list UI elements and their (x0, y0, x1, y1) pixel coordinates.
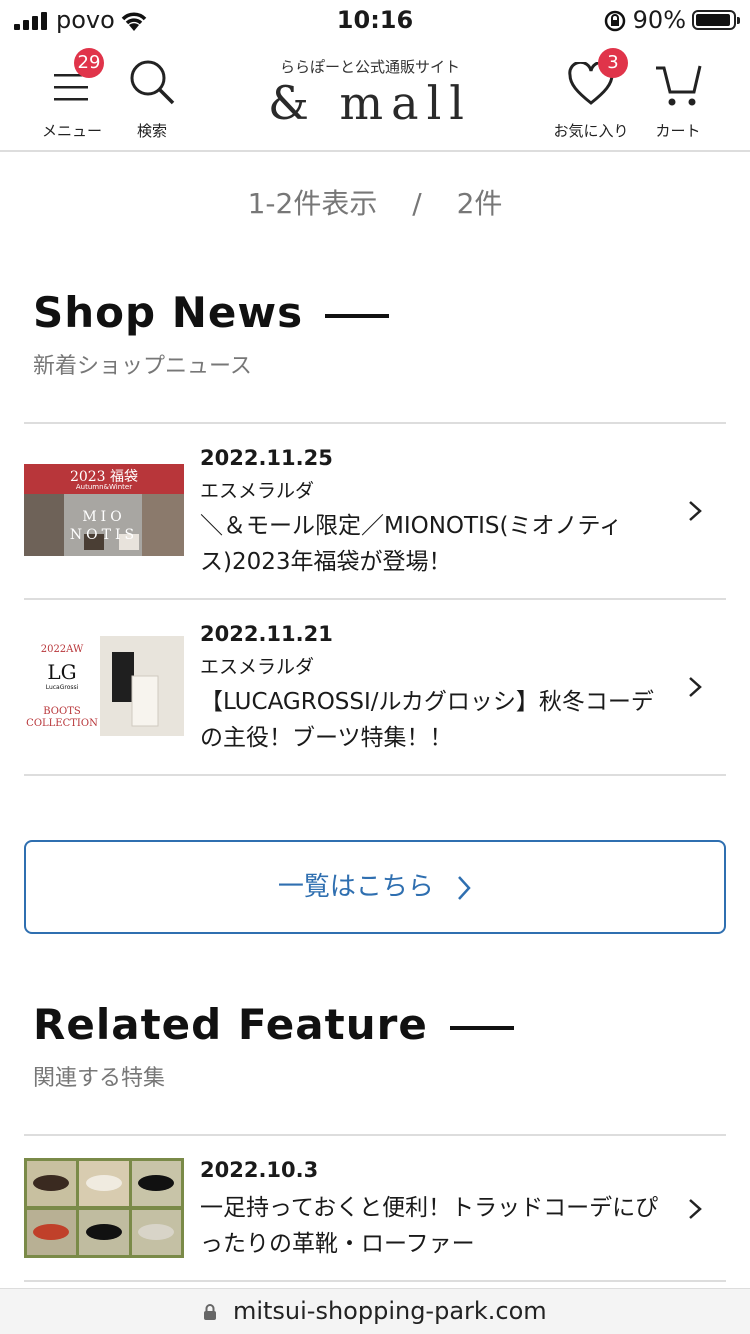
battery-icon (692, 10, 740, 30)
cart-label: カート (655, 122, 701, 140)
section-subtitle-related-feature: 関連する特集 (33, 1066, 166, 1091)
thumb-text-boots: BOOTS (43, 706, 81, 717)
news-title: 【LUCAGROSSI/ルカグロッシ】秋冬コーデの主役！ブーツ特集！！ (200, 689, 654, 751)
divider (24, 774, 726, 776)
rotation-lock-icon (604, 10, 626, 32)
loafers-image (24, 1158, 184, 1258)
section-title-shop-news: Shop News (33, 288, 390, 337)
search-label: 検索 (136, 122, 167, 140)
result-total: 2件 (456, 187, 503, 220)
cart-icon (656, 65, 702, 106)
thumb-text-collection: COLLECTION (26, 718, 98, 729)
result-count: 1-2件表示 / 2件 (0, 182, 750, 222)
news-date: 2022.11.25 (200, 446, 333, 470)
favorites-label: お気に入り (553, 122, 629, 140)
thumb-text-brand: MIO NOTIS (69, 509, 139, 543)
thumb-text-sub: Autumn&Winter (75, 483, 133, 491)
search-button[interactable]: 検索 (116, 40, 188, 148)
thumb-text-brand: LucaGrossi (45, 684, 79, 691)
shop-news-title-text: Shop News (33, 288, 304, 337)
site-header: 29 メニュー 検索 ららぽーと公式通販サイト & mall 3 お気に入り カ… (0, 40, 750, 152)
menu-label: メニュー (41, 122, 102, 140)
thumb-text-year: 2022AW (40, 644, 84, 655)
feature-item[interactable]: 2022.10.3 一足持っておくと便利！トラッドコーデにぴったりの革靴・ローフ… (24, 1136, 726, 1280)
status-bar: povo 10:16 90% (0, 0, 750, 40)
section-subtitle-shop-news: 新着ショップニュース (33, 354, 252, 379)
menu-badge: 29 (74, 48, 104, 78)
feature-date: 2022.10.3 (200, 1158, 319, 1182)
menu-button[interactable]: 29 メニュー (36, 40, 108, 148)
favorites-button[interactable]: 3 お気に入り (546, 40, 636, 148)
thumb-text-logo: LG (47, 660, 77, 684)
search-icon (130, 60, 175, 105)
result-separator: / (412, 187, 422, 220)
url-text: mitsui-shopping-park.com (232, 1297, 547, 1325)
view-all-news-button[interactable]: 一覧はこちら (24, 840, 726, 934)
related-title-text: Related Feature (33, 1000, 428, 1049)
news-item[interactable]: 2022AW LG LucaGrossi BOOTS COLLECTION 20… (24, 600, 726, 774)
news-thumbnail: 2023 福袋 Autumn&Winter MIO NOTIS (24, 464, 184, 564)
brand-subtitle: ららぽーと公式通販サイト (279, 58, 460, 76)
chevron-right-icon (689, 501, 702, 521)
chevron-right-icon (689, 677, 702, 697)
news-title: ＼＆モール限定／MIONOTIS(ミオノティス)2023年福袋が登場！ (200, 513, 623, 575)
browser-url-bar[interactable]: mitsui-shopping-park.com (0, 1288, 750, 1334)
title-dash (449, 1025, 514, 1030)
result-range: 1-2件表示 (247, 187, 378, 220)
title-dash (325, 313, 390, 318)
news-date: 2022.11.21 (200, 622, 333, 646)
chevron-right-icon (458, 875, 471, 900)
feature-title: 一足持っておくと便利！トラッドコーデにぴったりの革靴・ローファー (200, 1195, 659, 1257)
brand-logo[interactable]: & mall (260, 76, 480, 130)
divider (24, 1280, 726, 1282)
news-thumbnail: 2022AW LG LucaGrossi BOOTS COLLECTION (24, 636, 184, 736)
favorites-badge: 3 (598, 48, 628, 78)
view-all-label: 一覧はこちら (277, 872, 434, 902)
news-shop-name: エスメラルダ (200, 656, 315, 678)
lock-icon (204, 1304, 217, 1320)
battery-percent: 90% (632, 6, 686, 34)
news-shop-name: エスメラルダ (200, 480, 315, 502)
section-title-related-feature: Related Feature (33, 1000, 514, 1049)
news-item[interactable]: 2023 福袋 Autumn&Winter MIO NOTIS 2022.11.… (24, 424, 726, 598)
feature-thumbnail (24, 1158, 184, 1258)
chevron-right-icon (689, 1199, 702, 1219)
cart-button[interactable]: カート (640, 40, 716, 148)
